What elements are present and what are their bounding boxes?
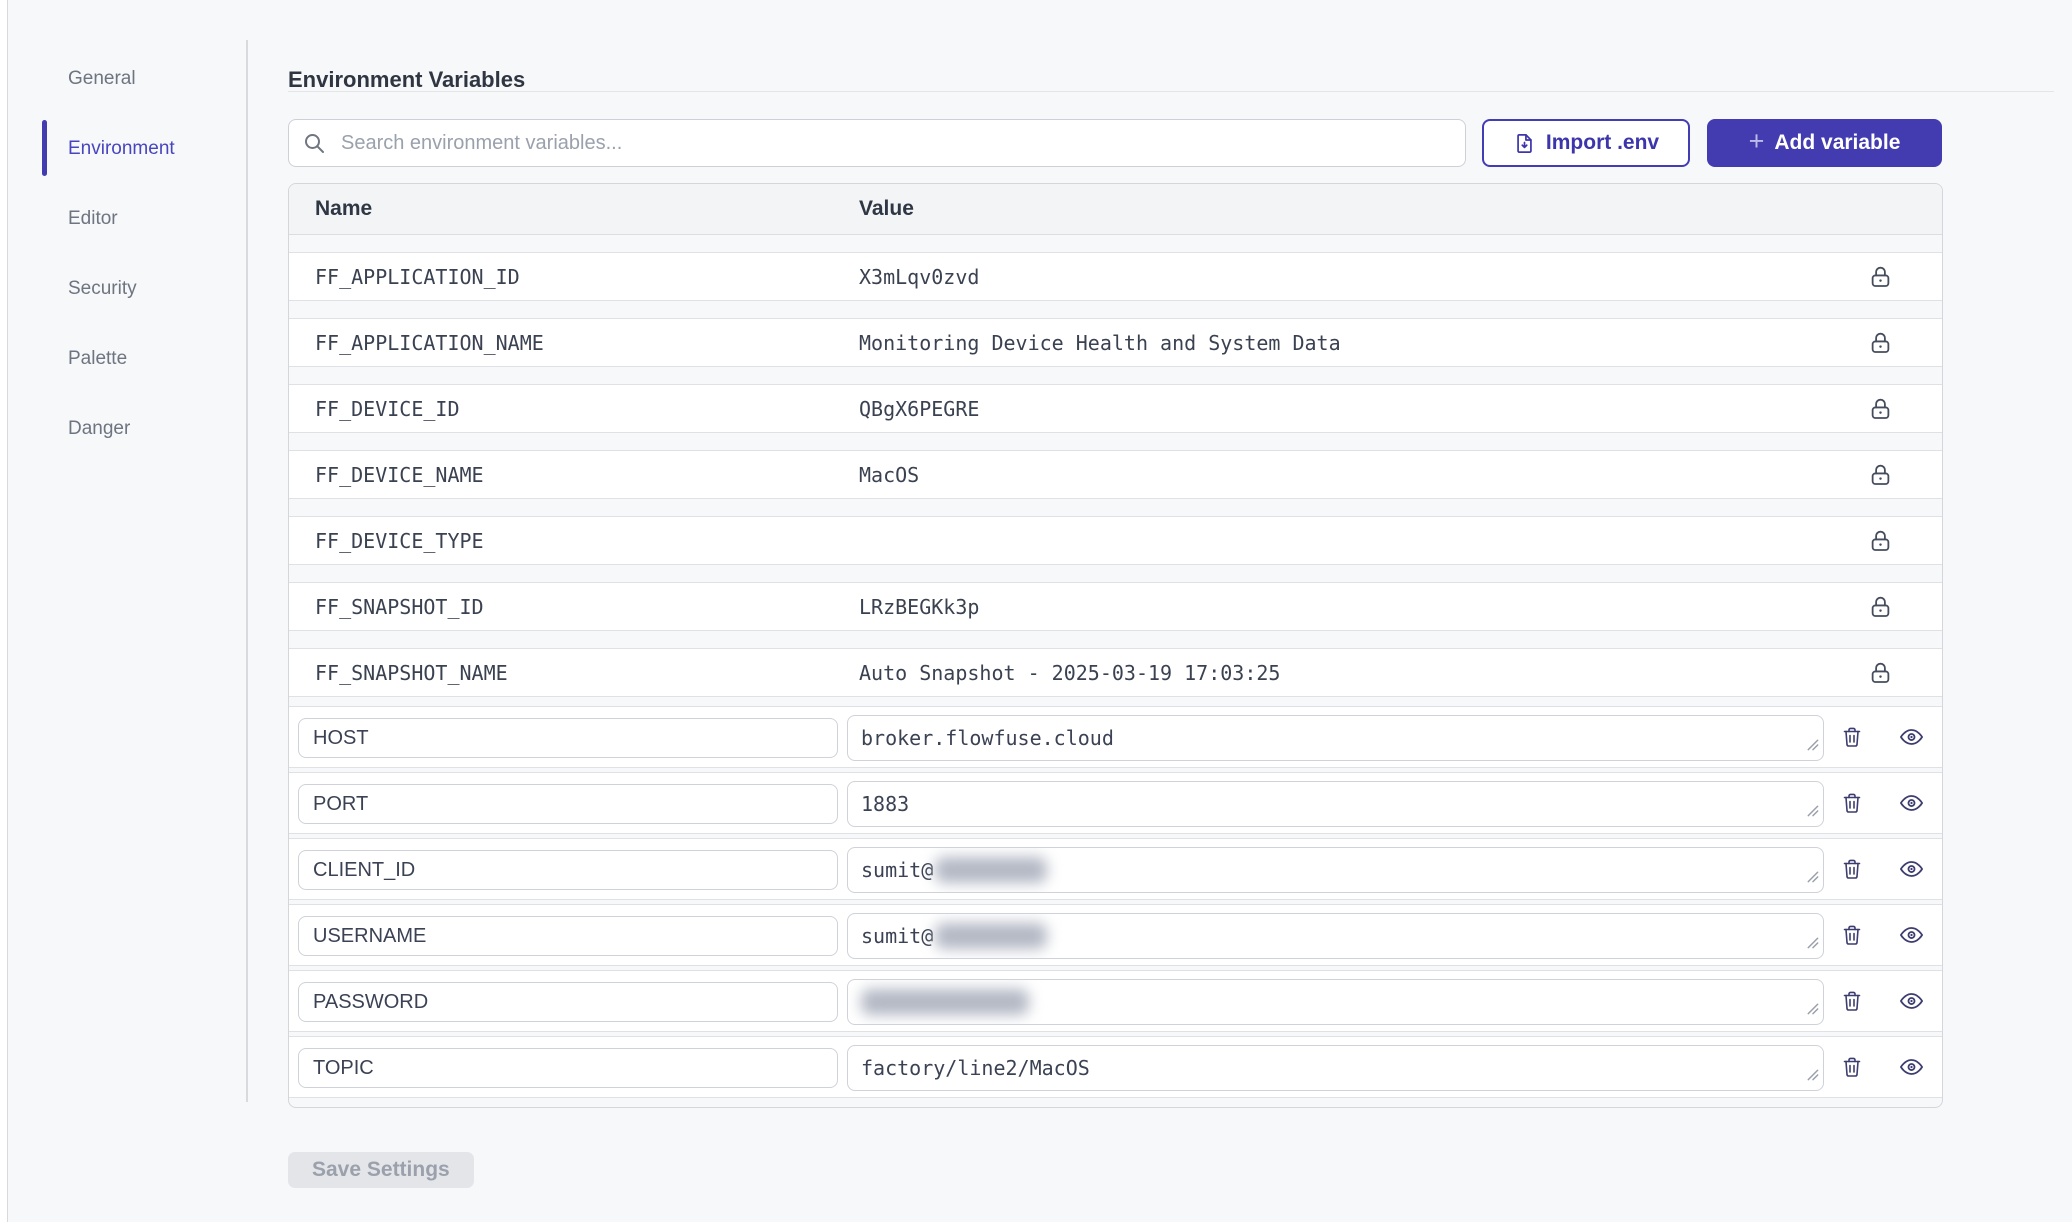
env-var-row-editable: broker.flowfuse.cloud xyxy=(289,706,1942,768)
column-header-name: Name xyxy=(315,197,859,221)
sidebar-divider xyxy=(246,40,248,1102)
add-variable-button[interactable]: + Add variable xyxy=(1707,119,1942,167)
env-var-row-locked: FF_DEVICE_IDQBgX6PEGRE xyxy=(289,384,1942,433)
env-var-value-input[interactable]: 1883 xyxy=(847,781,1824,827)
delete-variable-button[interactable] xyxy=(1840,989,1864,1013)
env-var-row-locked: FF_SNAPSHOT_IDLRzBEGKk3p xyxy=(289,582,1942,631)
toggle-visibility-button[interactable] xyxy=(1898,988,1925,1015)
env-var-name: FF_SNAPSHOT_NAME xyxy=(315,661,859,685)
env-var-value-input[interactable]: sumit@ xyxy=(847,913,1824,959)
sidebar-item-environment[interactable]: Environment xyxy=(68,135,175,163)
sidebar-item-palette[interactable]: Palette xyxy=(68,345,175,373)
toggle-visibility-button[interactable] xyxy=(1898,1054,1925,1081)
delete-variable-button[interactable] xyxy=(1840,857,1864,881)
env-var-row-editable: 1883 xyxy=(289,772,1942,834)
sidebar-item-editor[interactable]: Editor xyxy=(68,205,175,233)
lock-icon xyxy=(1867,329,1894,356)
env-var-row-locked: FF_SNAPSHOT_NAMEAuto Snapshot - 2025-03-… xyxy=(289,648,1942,697)
lock-icon xyxy=(1867,395,1894,422)
add-variable-label: Add variable xyxy=(1774,131,1900,155)
env-var-value: MacOS xyxy=(859,463,919,487)
import-file-icon xyxy=(1513,132,1536,155)
resize-handle-icon[interactable] xyxy=(1805,733,1820,757)
redacted-value xyxy=(861,989,1029,1015)
toggle-visibility-button[interactable] xyxy=(1898,790,1925,817)
search-icon xyxy=(302,131,326,160)
env-var-value: LRzBEGKk3p xyxy=(859,595,979,619)
sidebar-item-danger[interactable]: Danger xyxy=(68,415,175,443)
env-table-body: FF_APPLICATION_IDX3mLqv0zvd FF_APPLICATI… xyxy=(289,252,1942,1098)
env-var-name-input[interactable] xyxy=(298,916,838,956)
env-var-name-input[interactable] xyxy=(298,1048,838,1088)
table-header-row: Name Value xyxy=(289,184,1942,235)
env-var-row-editable: sumit@ xyxy=(289,838,1942,900)
env-var-row-editable xyxy=(289,970,1942,1032)
lock-icon xyxy=(1867,593,1894,620)
window-left-edge xyxy=(0,0,8,1222)
env-var-row-locked: FF_DEVICE_NAMEMacOS xyxy=(289,450,1942,499)
env-var-row-editable: factory/line2/MacOS xyxy=(289,1036,1942,1098)
search-input[interactable] xyxy=(288,119,1466,167)
lock-icon xyxy=(1867,263,1894,290)
env-var-value-input[interactable] xyxy=(847,979,1824,1025)
sidebar-item-general[interactable]: General xyxy=(68,65,175,93)
settings-page: General Environment Editor Security Palette D… xyxy=(0,0,2072,1222)
env-var-value-input[interactable]: broker.flowfuse.cloud xyxy=(847,715,1824,761)
delete-variable-button[interactable] xyxy=(1840,791,1864,815)
column-header-value: Value xyxy=(859,197,914,221)
sidebar-item-security[interactable]: Security xyxy=(68,275,175,303)
env-var-row-locked: FF_DEVICE_TYPE xyxy=(289,516,1942,565)
env-var-row-editable: sumit@ xyxy=(289,904,1942,966)
lock-icon xyxy=(1867,659,1894,686)
env-var-name: FF_DEVICE_TYPE xyxy=(315,529,859,553)
env-var-value: Monitoring Device Health and System Data xyxy=(859,331,1341,355)
env-var-value: QBgX6PEGRE xyxy=(859,397,979,421)
redacted-value xyxy=(935,923,1047,949)
env-var-row-locked: FF_APPLICATION_NAMEMonitoring Device Hea… xyxy=(289,318,1942,367)
resize-handle-icon[interactable] xyxy=(1805,931,1820,955)
env-var-value: Auto Snapshot - 2025-03-19 17:03:25 xyxy=(859,661,1280,685)
import-env-label: Import .env xyxy=(1546,131,1659,155)
import-env-button[interactable]: Import .env xyxy=(1482,119,1690,167)
env-var-value-input[interactable]: factory/line2/MacOS xyxy=(847,1045,1824,1091)
env-var-name: FF_SNAPSHOT_ID xyxy=(315,595,859,619)
env-var-name-input[interactable] xyxy=(298,718,838,758)
toggle-visibility-button[interactable] xyxy=(1898,724,1925,751)
env-var-name-input[interactable] xyxy=(298,982,838,1022)
toggle-visibility-button[interactable] xyxy=(1898,922,1925,949)
env-var-name: FF_DEVICE_NAME xyxy=(315,463,859,487)
env-var-name: FF_APPLICATION_NAME xyxy=(315,331,859,355)
delete-variable-button[interactable] xyxy=(1840,725,1864,749)
delete-variable-button[interactable] xyxy=(1840,923,1864,947)
env-var-name-input[interactable] xyxy=(298,784,838,824)
resize-handle-icon[interactable] xyxy=(1805,865,1820,889)
env-variables-table: Name Value FF_APPLICATION_IDX3mLqv0zvd F… xyxy=(288,183,1943,1108)
env-var-row-locked: FF_APPLICATION_IDX3mLqv0zvd xyxy=(289,252,1942,301)
title-divider xyxy=(288,91,2054,92)
active-tab-indicator xyxy=(42,120,47,176)
env-var-name: FF_APPLICATION_ID xyxy=(315,265,859,289)
env-var-value-input[interactable]: sumit@ xyxy=(847,847,1824,893)
delete-variable-button[interactable] xyxy=(1840,1055,1864,1079)
resize-handle-icon[interactable] xyxy=(1805,799,1820,823)
save-settings-button[interactable]: Save Settings xyxy=(288,1152,474,1188)
lock-icon xyxy=(1867,527,1894,554)
env-var-value: X3mLqv0zvd xyxy=(859,265,979,289)
plus-icon: + xyxy=(1749,128,1765,155)
search-field-wrap xyxy=(288,119,1466,167)
env-var-name: FF_DEVICE_ID xyxy=(315,397,859,421)
resize-handle-icon[interactable] xyxy=(1805,997,1820,1021)
redacted-value xyxy=(935,857,1047,883)
toggle-visibility-button[interactable] xyxy=(1898,856,1925,883)
settings-sidebar: General Environment Editor Security Palette D… xyxy=(68,65,175,485)
lock-icon xyxy=(1867,461,1894,488)
page-title: Environment Variables xyxy=(288,67,525,93)
env-var-name-input[interactable] xyxy=(298,850,838,890)
resize-handle-icon[interactable] xyxy=(1805,1063,1820,1087)
